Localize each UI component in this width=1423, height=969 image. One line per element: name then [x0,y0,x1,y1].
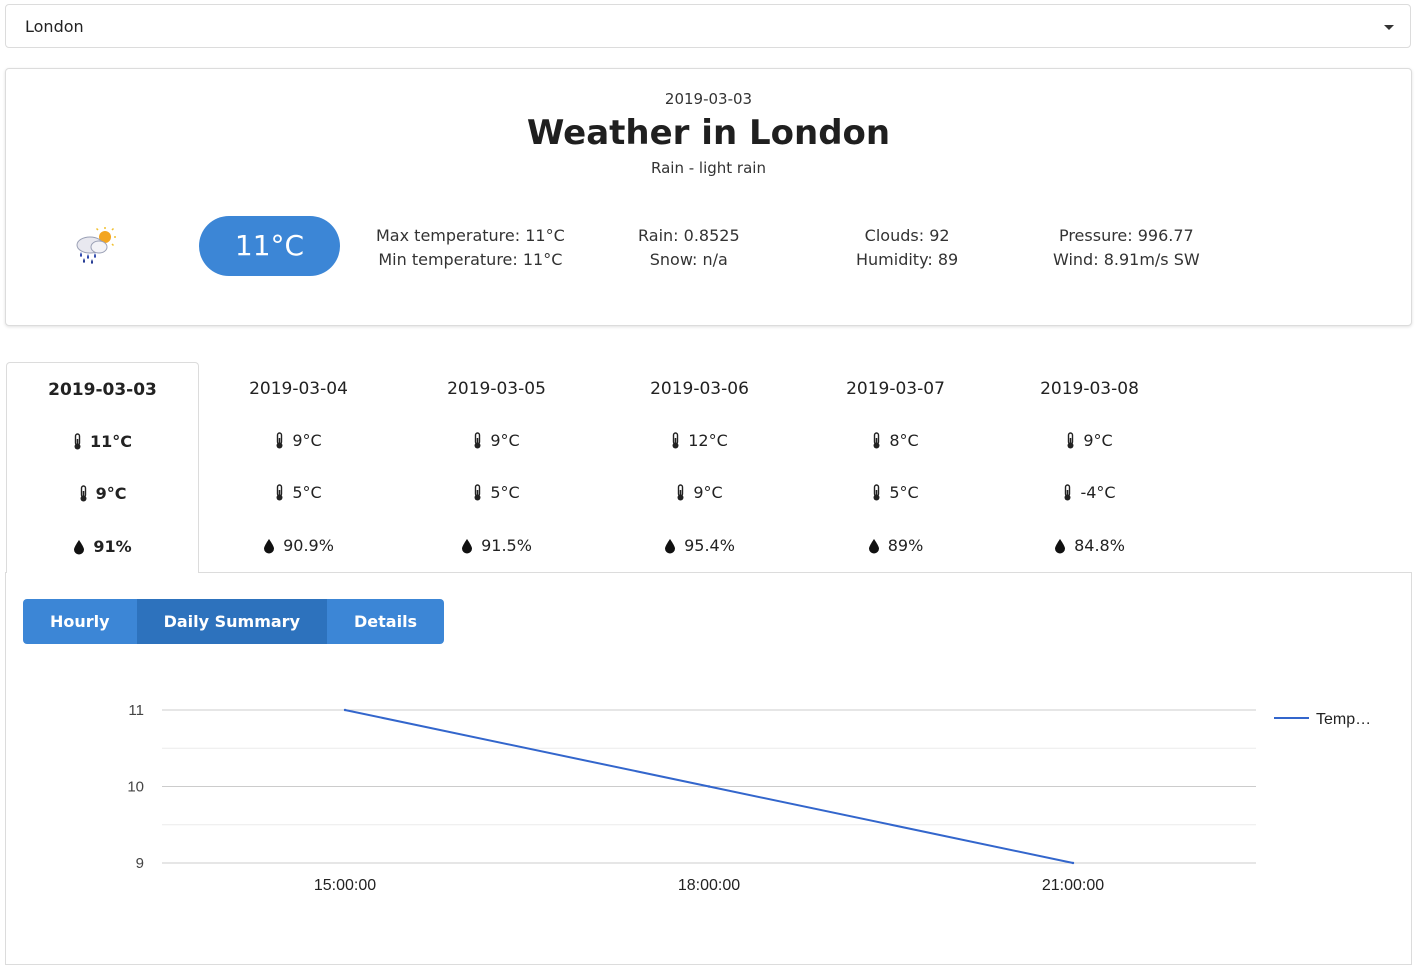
forecast-day-tabs: 2019-03-03 11°C 9°C 91% 2019-03-04 9°C 5°C 90.9… [5,362,1412,573]
city-select[interactable]: London [5,4,1411,48]
clouds-value: Clouds: 92 [864,226,950,245]
day-humidity: 95.4% [603,536,796,555]
day-humidity: 89% [799,536,992,555]
x-tick-label: 15:00:00 [314,877,376,894]
snow-value: Snow: n/a [649,250,728,269]
page-title: Weather in London [526,113,891,153]
day-date: 2019-03-06 [650,379,749,399]
thermometer-icon [873,432,880,449]
thermometer-icon [276,432,283,449]
y-tick-label: 11 [128,702,144,719]
day-min-temp: 5°C [202,483,395,502]
forecast-panel: Hourly Daily Summary Details 9 10 11 15:00:… [5,572,1412,965]
y-tick-label: 9 [136,855,144,872]
day-tab-2019-03-07[interactable]: 2019-03-07 8°C 5°C 89% [799,362,992,572]
day-humidity: 90.9% [202,536,395,555]
day-max-temp: 9°C [993,431,1186,450]
temperature-range: Max temperature: 11°C Min temperature: 1… [376,224,565,272]
legend-label: Temp… [1316,711,1371,728]
day-date: 2019-03-05 [447,379,546,399]
rain-sun-cloud-icon [76,227,116,264]
max-temperature: Max temperature: 11°C [376,226,565,245]
day-min-temp: -4°C [993,483,1186,502]
day-date: 2019-03-04 [249,379,348,399]
water-drop-icon [264,539,275,554]
tab-hourly[interactable]: Hourly [23,599,137,644]
day-min-temp: 9°C [603,483,796,502]
day-max-temp: 12°C [603,431,796,450]
day-tab-2019-03-08[interactable]: 2019-03-08 9°C -4°C 84.8% [993,362,1186,572]
thermometer-icon [474,484,481,501]
data-point [707,785,711,788]
clouds-humidity: Clouds: 92 Humidity: 89 [856,224,958,272]
day-tab-2019-03-06[interactable]: 2019-03-06 12°C 9°C 95.4% [603,362,796,572]
thermometer-icon [1067,432,1074,449]
thermometer-icon [873,484,880,501]
day-humidity: 91% [7,537,198,556]
day-date: 2019-03-07 [846,379,945,399]
day-humidity: 91.5% [400,536,593,555]
water-drop-icon [665,539,676,554]
wind-value: Wind: 8.91m/s SW [1053,250,1200,269]
water-drop-icon [1055,539,1066,554]
pressure-value: Pressure: 996.77 [1058,226,1194,245]
current-date: 2019-03-03 [664,90,753,108]
city-select-value: London [25,17,84,36]
day-max-temp: 9°C [400,431,593,450]
day-humidity: 84.8% [993,536,1186,555]
precipitation: Rain: 0.8525 Snow: n/a [638,224,740,272]
thermometer-icon [80,485,87,502]
current-temperature-badge: 11°C [199,216,340,276]
thermometer-icon [74,433,81,450]
data-point [1071,861,1075,865]
view-toggle: Hourly Daily Summary Details [23,599,445,644]
thermometer-icon [1064,484,1071,501]
water-drop-icon [868,539,879,554]
day-min-temp: 9°C [7,484,198,503]
current-weather-card: 2019-03-03 Weather in London Rain - ligh… [5,68,1412,326]
day-min-temp: 5°C [799,483,992,502]
water-drop-icon [462,539,473,554]
day-tab-2019-03-04[interactable]: 2019-03-04 9°C 5°C 90.9% [202,362,395,572]
x-tick-label: 21:00:00 [1042,877,1104,894]
day-max-temp: 11°C [7,432,198,451]
thermometer-icon [672,432,679,449]
tab-details[interactable]: Details [327,599,445,644]
y-tick-label: 10 [127,779,144,796]
min-temperature: Min temperature: 11°C [378,250,563,269]
rain-value: Rain: 0.8525 [638,226,740,245]
day-min-temp: 5°C [400,483,593,502]
water-drop-icon [74,540,85,555]
day-date: 2019-03-03 [48,380,157,400]
data-point [343,708,347,712]
day-max-temp: 9°C [202,431,395,450]
day-tab-2019-03-05[interactable]: 2019-03-05 9°C 5°C 91.5% [400,362,593,572]
thermometer-icon [276,484,283,501]
humidity-value: Humidity: 89 [856,250,959,269]
weather-description: Rain - light rain [651,159,766,177]
caret-down-icon[interactable] [1384,25,1394,30]
temperature-chart: 9 10 11 15:00:00 18:00:00 21:00:00 Temp… [127,702,1371,894]
x-tick-label: 18:00:00 [678,877,740,894]
day-date: 2019-03-08 [1040,379,1139,399]
thermometer-icon [677,484,684,501]
thermometer-icon [474,432,481,449]
pressure-wind: Pressure: 996.77 Wind: 8.91m/s SW [1053,224,1200,272]
day-max-temp: 8°C [799,431,992,450]
tab-daily-summary[interactable]: Daily Summary [136,599,327,644]
day-tab-2019-03-03[interactable]: 2019-03-03 11°C 9°C 91% [6,362,199,573]
